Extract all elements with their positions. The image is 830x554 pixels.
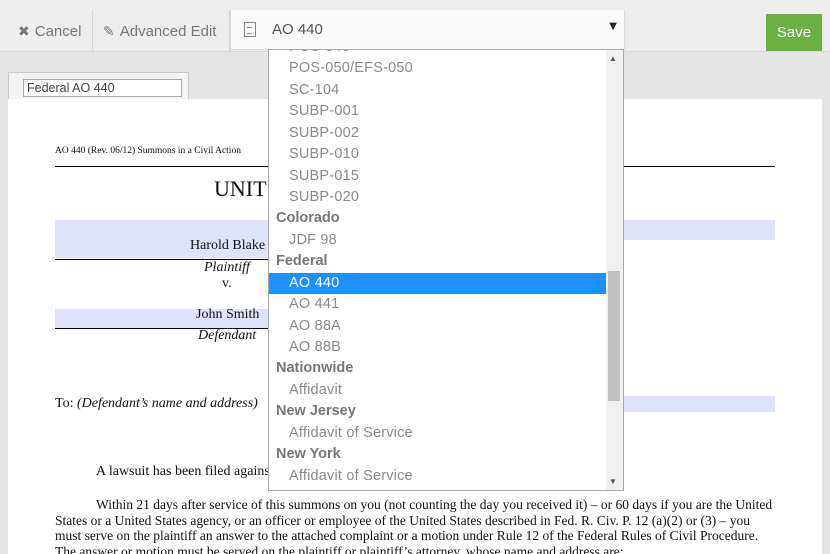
advanced-edit-button[interactable]: ✎ Advanced Edit xyxy=(93,10,230,52)
versus-label: v. xyxy=(222,276,232,291)
dropdown-option[interactable]: SUBP-020 xyxy=(269,187,607,208)
to-line: To: (Defendant’s name and address) xyxy=(55,396,258,412)
dropdown-option[interactable]: JDF 98 xyxy=(269,230,607,251)
form-select-value: AO 440 xyxy=(272,21,323,38)
dropdown-option[interactable]: SC-104 xyxy=(269,80,607,101)
scroll-up-icon[interactable]: ▲ xyxy=(609,54,617,63)
dropdown-option[interactable]: Affidavit of Service xyxy=(269,423,607,444)
toolbar: ✖ Cancel ✎ Advanced Edit AO 440 ▼ Save xyxy=(0,0,830,52)
form-select[interactable]: AO 440 ▼ xyxy=(230,10,625,50)
dropdown-group-label: New York xyxy=(276,446,341,463)
dropdown-group-label: Nationwide xyxy=(276,360,354,377)
scrollbar-thumb[interactable] xyxy=(608,271,620,401)
dropdown-option[interactable]: Affidavit of Service xyxy=(269,466,607,487)
dropdown-option[interactable]: SUBP-002 xyxy=(269,123,607,144)
defendant-address-field[interactable] xyxy=(623,396,775,412)
revision-line: AO 440 (Rev. 06/12) Summons in a Civil A… xyxy=(55,146,241,156)
dropdown-option[interactable]: POS-040 xyxy=(269,50,607,58)
dropdown-option[interactable]: SUBP-001 xyxy=(269,101,607,122)
dropdown-group-label: Colorado xyxy=(276,210,340,227)
dropdown-scrollbar[interactable]: ▲ ▼ xyxy=(606,50,623,490)
dropdown-option[interactable]: AO 88B xyxy=(269,337,607,358)
dropdown-option[interactable]: SUBP-015 xyxy=(269,166,607,187)
cancel-button[interactable]: ✖ Cancel xyxy=(8,10,93,52)
document-heading: UNIT xyxy=(214,176,267,201)
document-title-input[interactable] xyxy=(23,79,182,97)
lawsuit-text: A lawsuit has been filed against xyxy=(96,464,274,479)
cancel-label: Cancel xyxy=(34,22,82,40)
summons-paragraph: Within 21 days after service of this sum… xyxy=(55,497,773,554)
plaintiff-label: Plaintiff xyxy=(204,260,250,275)
caret-down-icon[interactable]: ▼ xyxy=(609,21,617,32)
dropdown-option[interactable]: SUBP-010 xyxy=(269,144,607,165)
district-field[interactable] xyxy=(623,220,775,240)
plaintiff-name: Harold Blake xyxy=(190,238,266,253)
pencil-icon: ✎ xyxy=(103,22,115,39)
scroll-down-icon[interactable]: ▼ xyxy=(609,477,617,486)
form-select-dropdown[interactable]: POS-040POS-050/EFS-050SC-104SUBP-001SUBP… xyxy=(268,49,624,491)
document-tab[interactable] xyxy=(8,72,189,100)
save-button[interactable]: Save xyxy=(766,14,822,51)
to-label: To: xyxy=(55,396,74,411)
dropdown-group-label: New Jersey xyxy=(276,403,356,420)
document-icon xyxy=(244,22,256,37)
defendant-label: Defendant xyxy=(198,328,257,343)
dropdown-option-selected[interactable]: AO 440 xyxy=(269,272,607,294)
dropdown-option[interactable]: Affidavit xyxy=(269,380,607,401)
close-icon: ✖ xyxy=(18,22,30,39)
dropdown-group-label: Texas xyxy=(269,487,607,490)
to-hint: (Defendant’s name and address) xyxy=(76,396,258,411)
dropdown-option[interactable]: POS-050/EFS-050 xyxy=(269,58,607,79)
dropdown-option[interactable]: AO 441 xyxy=(269,294,607,315)
dropdown-group-label: Federal xyxy=(276,253,328,270)
advanced-edit-label: Advanced Edit xyxy=(119,22,217,40)
defendant-name: John Smith xyxy=(196,307,260,322)
dropdown-option[interactable]: AO 88A xyxy=(269,316,607,337)
